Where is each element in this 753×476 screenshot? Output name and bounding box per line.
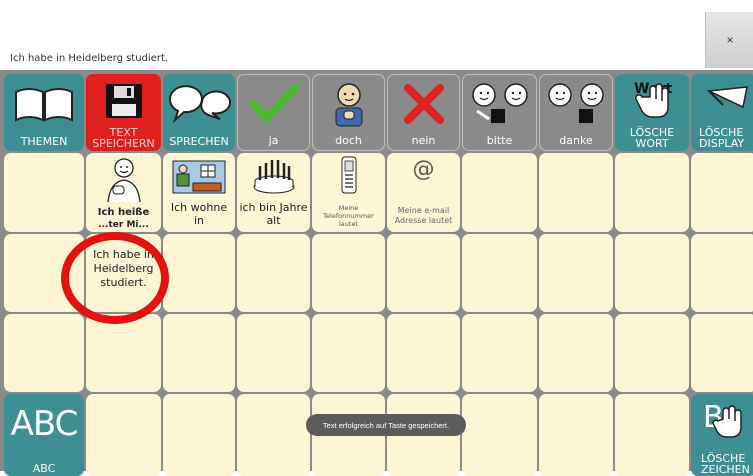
- empty-cell[interactable]: [86, 394, 161, 476]
- eraser-display-icon: [691, 78, 753, 121]
- empty-cell[interactable]: [691, 153, 753, 232]
- bitte-label: bitte: [486, 134, 513, 147]
- ich-bin-jahre-alt-button[interactable]: ich bin Jahre alt: [237, 153, 310, 232]
- empty-cell[interactable]: [4, 153, 84, 232]
- heidelberg-button[interactable]: Ich habe in Heidelberg studiert.: [86, 234, 161, 312]
- telefonnummer-button[interactable]: Meine Telefonnummer lautet: [312, 153, 385, 232]
- wort-hand-icon: Wort: [615, 78, 689, 121]
- doch-button[interactable]: doch: [312, 74, 385, 151]
- empty-cell[interactable]: [387, 314, 460, 392]
- nein-button[interactable]: nein: [387, 74, 460, 151]
- danke-people-icon: [540, 79, 612, 128]
- empty-cell[interactable]: [237, 234, 310, 312]
- bitte-people-icon: [463, 79, 536, 128]
- abc-icon: ABC: [10, 404, 79, 444]
- empty-cell[interactable]: [539, 394, 613, 476]
- loesche-wort-button[interactable]: Wort LÖSCHE WORT: [615, 74, 689, 151]
- ich-heisse-button[interactable]: Ich heiße ...ter Mi...: [86, 153, 161, 232]
- cross-icon: [388, 79, 459, 128]
- doch-label: doch: [335, 134, 362, 147]
- ich-bin-jahre-alt-label: ich bin Jahre alt: [239, 201, 308, 227]
- empty-cell[interactable]: [237, 394, 310, 476]
- empty-cell[interactable]: [691, 234, 753, 312]
- ich-wohne-in-button[interactable]: Ich wohne in: [163, 153, 235, 232]
- nein-label: nein: [411, 134, 436, 147]
- empty-cell[interactable]: [615, 234, 689, 312]
- text-speichern-label: TEXT SPEICHERN: [92, 126, 155, 150]
- empty-cell[interactable]: [163, 394, 235, 476]
- empty-cell[interactable]: [4, 314, 84, 392]
- empty-cell[interactable]: [4, 234, 84, 312]
- person-signing-icon: [86, 155, 161, 204]
- empty-cell[interactable]: [86, 314, 161, 392]
- close-button[interactable]: ×: [705, 12, 753, 68]
- at-icon: @: [412, 157, 435, 182]
- person-nodding-icon: [313, 79, 384, 128]
- message-text: Ich habe in Heidelberg studiert.: [10, 53, 169, 64]
- save-toast: Text erfolgreich auf Taste gespeichert.: [306, 414, 466, 436]
- loesche-display-button[interactable]: LÖSCHE DISPLAY: [691, 74, 753, 151]
- house-icon: [163, 155, 235, 196]
- danke-button[interactable]: danke: [539, 74, 613, 151]
- text-speichern-button[interactable]: TEXT SPEICHERN: [86, 74, 161, 151]
- ich-heisse-cut-label: ...ter Mi...: [98, 220, 149, 230]
- danke-label: danke: [559, 134, 593, 147]
- telefonnummer-label: Meine Telefonnummer lautet: [323, 204, 374, 228]
- empty-cell[interactable]: [691, 314, 753, 392]
- empty-cell[interactable]: [462, 394, 537, 476]
- empty-cell[interactable]: [312, 314, 385, 392]
- floppy-disk-icon: [86, 78, 161, 123]
- bitte-button[interactable]: bitte: [462, 74, 537, 151]
- message-bar: Ich habe in Heidelberg studiert. ×: [0, 0, 753, 70]
- checkmark-icon: [238, 79, 309, 128]
- sprechen-button[interactable]: SPRECHEN: [163, 74, 235, 151]
- empty-cell[interactable]: [539, 234, 613, 312]
- themen-button[interactable]: THEMEN: [4, 74, 84, 151]
- email-button[interactable]: @ Meine e-mail Adresse lautet: [387, 153, 460, 232]
- loesche-display-label: LÖSCHE DISPLAY: [699, 126, 745, 150]
- ja-button[interactable]: ja: [237, 74, 310, 151]
- letter-hand-icon: B: [691, 396, 753, 442]
- themen-label: THEMEN: [20, 135, 68, 148]
- empty-cell[interactable]: [615, 153, 689, 232]
- empty-cell[interactable]: [237, 314, 310, 392]
- abc-button[interactable]: ABC ABC: [4, 394, 84, 476]
- empty-cell[interactable]: [163, 314, 235, 392]
- email-label: Meine e-mail Adresse lautet: [394, 206, 453, 225]
- birthday-cake-icon: [237, 155, 310, 196]
- book-icon: [4, 78, 84, 129]
- empty-cell[interactable]: [615, 394, 689, 476]
- empty-cell[interactable]: [387, 234, 460, 312]
- empty-cell[interactable]: [462, 234, 537, 312]
- empty-cell[interactable]: [539, 153, 613, 232]
- button-grid: THEMEN TEXT SPEICHERN SPRECHEN ja doch n…: [0, 70, 753, 476]
- ich-heisse-label: Ich heiße: [97, 207, 150, 218]
- sprechen-label: SPRECHEN: [169, 135, 229, 148]
- ich-wohne-in-label: Ich wohne in: [170, 201, 228, 227]
- heidelberg-label: Ich habe in Heidelberg studiert.: [93, 248, 154, 289]
- empty-cell[interactable]: [312, 234, 385, 312]
- abc-label: ABC: [32, 462, 56, 475]
- loesche-zeichen-label: LÖSCHE ZEICHEN: [701, 452, 750, 476]
- speech-bubbles-icon: [163, 78, 235, 129]
- empty-cell[interactable]: [615, 314, 689, 392]
- loesche-zeichen-button[interactable]: B LÖSCHE ZEICHEN: [691, 394, 753, 476]
- empty-cell[interactable]: [462, 153, 537, 232]
- empty-cell[interactable]: [163, 234, 235, 312]
- ja-label: ja: [268, 134, 279, 147]
- loesche-wort-label: LÖSCHE WORT: [629, 126, 675, 150]
- empty-cell[interactable]: [539, 314, 613, 392]
- phone-icon: [312, 155, 385, 194]
- empty-cell[interactable]: [462, 314, 537, 392]
